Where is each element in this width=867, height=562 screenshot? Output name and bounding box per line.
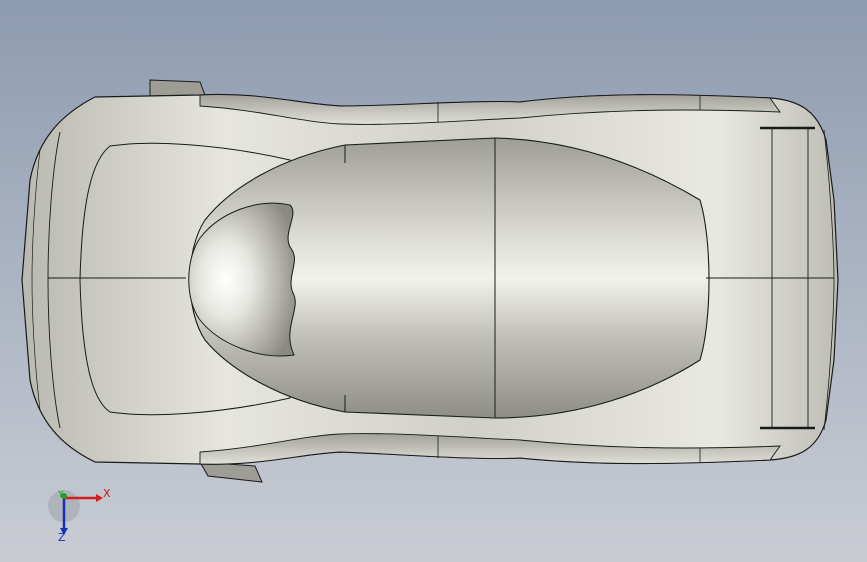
right-mirror xyxy=(199,461,263,483)
axis-y-label: Y xyxy=(58,490,64,500)
graphics-viewport[interactable]: X Y Z xyxy=(0,0,867,562)
axis-x-label: X xyxy=(103,487,111,500)
left-mirror xyxy=(149,79,206,97)
car-body-model[interactable] xyxy=(0,0,867,562)
axis-z-label: Z xyxy=(58,531,66,544)
